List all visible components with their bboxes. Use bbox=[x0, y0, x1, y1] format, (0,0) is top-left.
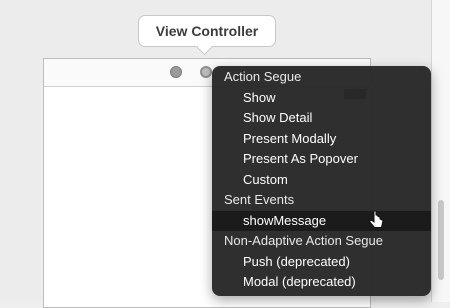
menu-header-non-adaptive-action-segue: Non-Adaptive Action Segue bbox=[224, 233, 383, 248]
first-responder-icon[interactable] bbox=[200, 66, 212, 78]
view-controller-icon[interactable] bbox=[170, 66, 182, 78]
menu-item-custom[interactable]: Custom bbox=[212, 170, 431, 191]
menu-item-push-deprecated[interactable]: Push (deprecated) bbox=[212, 252, 431, 273]
menu-item-show[interactable]: Show bbox=[212, 88, 431, 109]
segue-popup-menu: Action Segue Show Show Detail Present Mo… bbox=[212, 66, 431, 296]
scrollbar-thumb[interactable] bbox=[438, 200, 444, 280]
vertical-scrollbar[interactable] bbox=[431, 0, 450, 302]
menu-item-showmessage[interactable]: showMessage bbox=[212, 210, 431, 231]
menu-item-show-detail[interactable]: Show Detail bbox=[212, 108, 431, 129]
pointer-cursor-icon bbox=[368, 210, 384, 228]
menu-item-present-as-popover[interactable]: Present As Popover bbox=[212, 149, 431, 170]
menu-item-modal-deprecated[interactable]: Modal (deprecated) bbox=[212, 272, 431, 293]
menu-header-action-segue: Action Segue bbox=[224, 69, 302, 84]
menu-header-sent-events: Sent Events bbox=[224, 192, 295, 207]
menu-item-present-modally[interactable]: Present Modally bbox=[212, 129, 431, 150]
